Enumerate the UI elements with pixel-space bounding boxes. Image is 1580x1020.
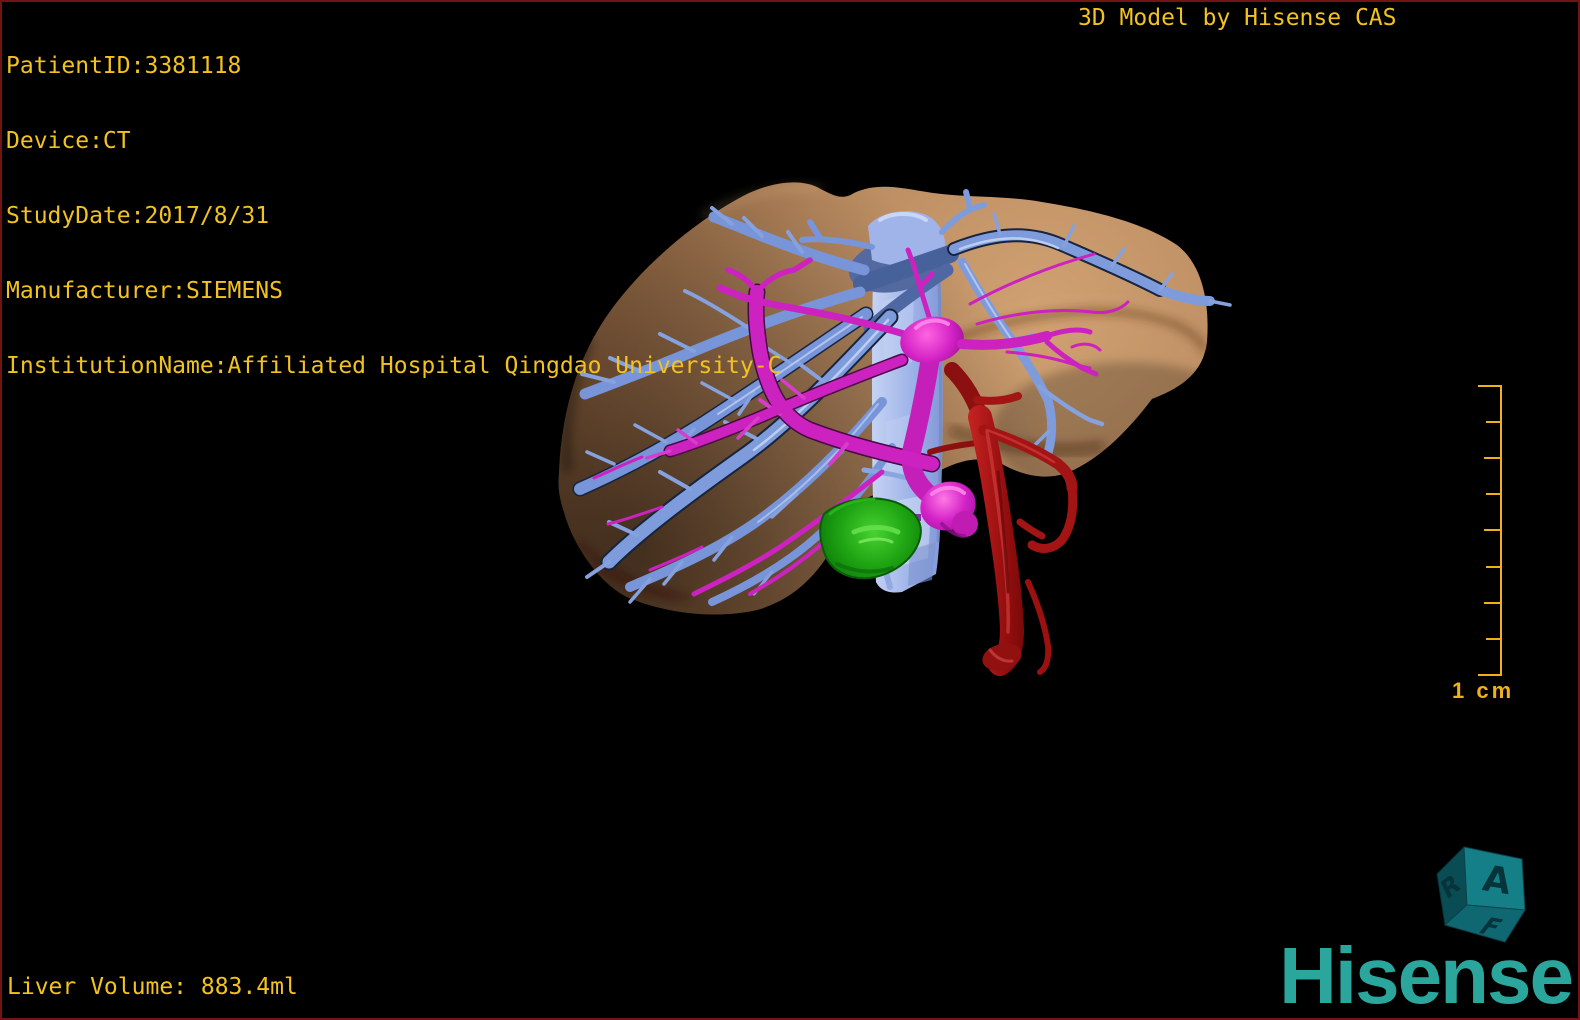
scale-bar-tick [1486,493,1500,495]
hisense-logo: Hisense [1279,931,1574,1020]
scale-bar-tick [1486,421,1500,423]
scale-bar-tick [1484,457,1500,459]
scale-bar-tick [1484,602,1500,604]
watermark-text: 3D Model by Hisense CAS [1078,5,1397,31]
patient-info-block: PatientID:3381118 Device:CT StudyDate:20… [6,4,781,429]
scale-bar-tick [1486,638,1500,640]
device-text: Device:CT [6,128,131,154]
scale-bar: 1 cm [1446,378,1526,708]
viewer-window: PatientID:3381118 Device:CT StudyDate:20… [0,0,1580,1020]
scale-bar-tick [1478,385,1500,387]
scale-bar-line [1500,385,1502,676]
study-date-text: StudyDate:2017/8/31 [6,203,270,229]
scale-bar-label: 1 cm [1452,678,1515,703]
institution-text: InstitutionName:Affiliated Hospital Qing… [6,353,782,379]
scale-bar-tick [1486,566,1500,568]
scale-bar-tick [1478,674,1500,676]
manufacturer-text: Manufacturer:SIEMENS [6,278,283,304]
scale-bar-tick [1484,529,1500,531]
patient-id-text: PatientID:3381118 [6,53,242,79]
liver-volume-text: Liver Volume: 883.4ml [7,974,298,1000]
